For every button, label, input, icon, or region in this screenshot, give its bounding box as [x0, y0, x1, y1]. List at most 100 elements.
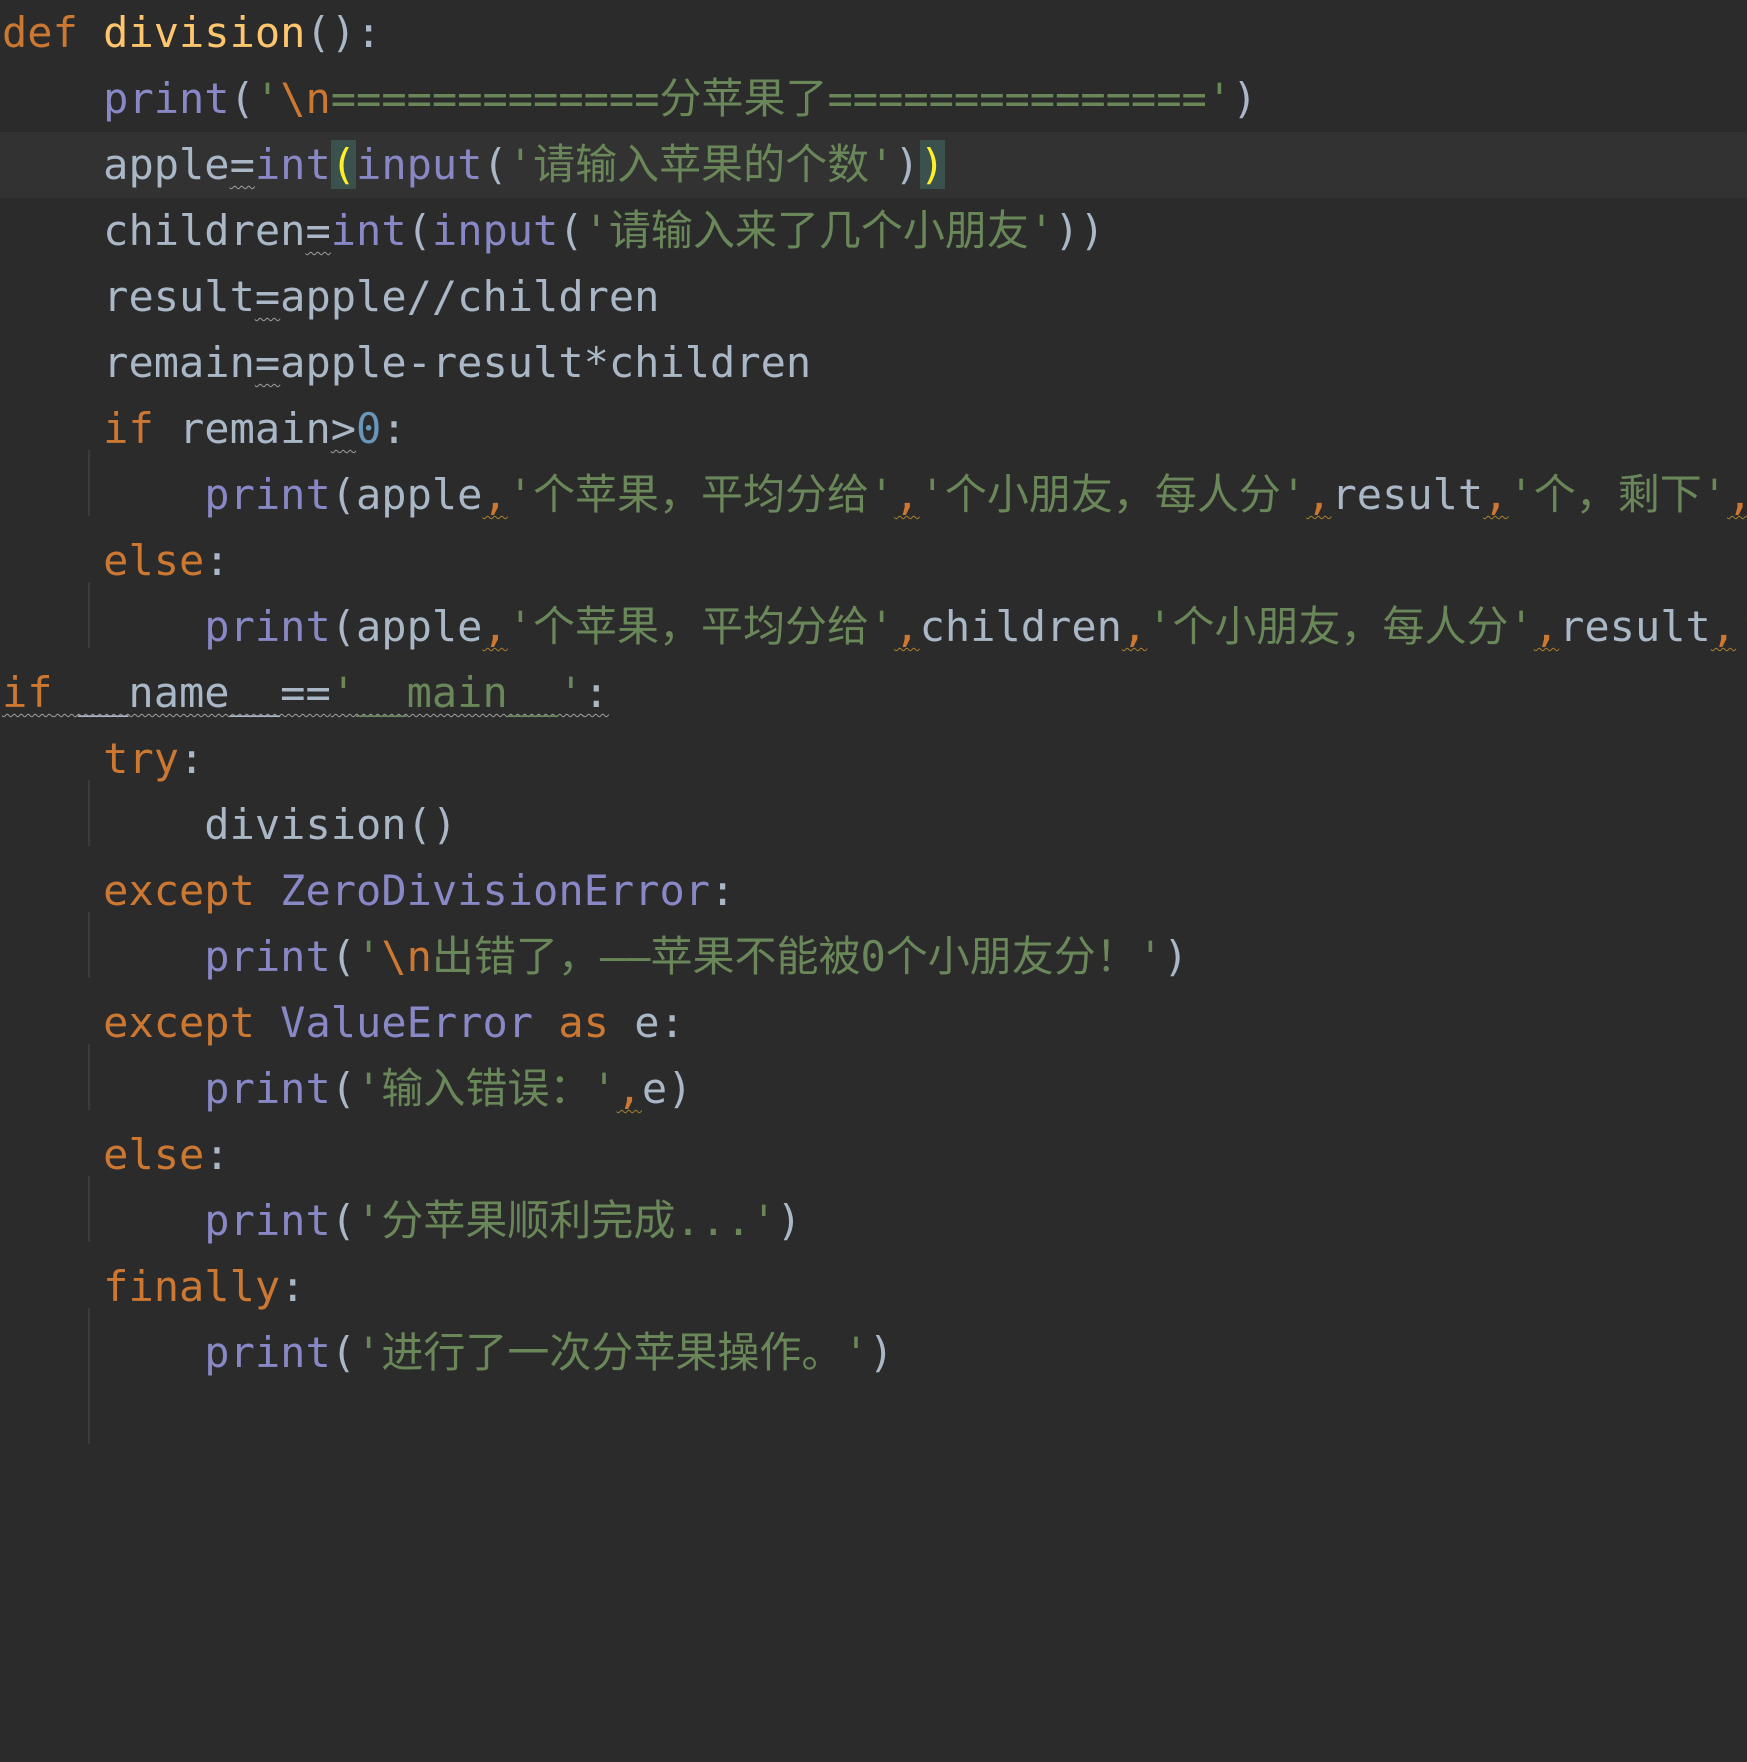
- code-line[interactable]: print('\n出错了，——苹果不能被0个小朋友分！'): [0, 924, 1747, 990]
- code-line-text: def division():: [2, 0, 381, 66]
- code-token: except: [103, 866, 255, 915]
- code-line-text: print(apple,'个苹果，平均分给',children,'个小朋友，每人…: [2, 594, 1747, 660]
- code-token: int: [254, 140, 331, 189]
- code-token: ': [254, 74, 281, 123]
- code-line[interactable]: print(apple,'个苹果，平均分给','个小朋友，每人分',result…: [0, 462, 1747, 528]
- code-token: (: [330, 1064, 357, 1113]
- code-line[interactable]: result=apple//children: [0, 264, 1747, 330]
- code-token: ): [894, 140, 920, 189]
- code-line[interactable]: remain=apple-result*children: [0, 330, 1747, 396]
- code-token: '个小朋友，每人分': [919, 470, 1307, 519]
- code-token: e): [641, 1064, 693, 1113]
- code-token: (: [558, 206, 584, 255]
- code-token: try: [103, 734, 180, 783]
- code-line[interactable]: print('\n=============分苹果了==============…: [0, 66, 1747, 132]
- code-token: else: [103, 536, 205, 585]
- code-line[interactable]: print('分苹果顺利完成...'): [0, 1188, 1747, 1254]
- code-line[interactable]: print('输入错误：',e): [0, 1056, 1747, 1122]
- indent-guide: [88, 582, 90, 648]
- code-token: :: [583, 668, 609, 717]
- code-token: apple//children: [280, 272, 660, 321]
- code-line[interactable]: apple=int(input('请输入苹果的个数')): [0, 132, 1747, 198]
- code-token: (: [406, 206, 432, 255]
- code-line-text: print('\n=============分苹果了==============…: [2, 66, 1257, 132]
- code-line[interactable]: def division():: [0, 0, 1747, 66]
- code-token: ,: [616, 1064, 642, 1113]
- code-token: ): [919, 140, 945, 189]
- code-token: ): [1163, 932, 1189, 981]
- indent-guide: [88, 1176, 90, 1242]
- code-line[interactable]: try:: [0, 726, 1747, 792]
- code-editor[interactable]: print('进行了一次分苹果操作。') finally: print('分苹果…: [0, 0, 1747, 1762]
- code-token: ,: [1121, 602, 1148, 651]
- code-token: remain: [103, 338, 255, 387]
- code-line[interactable]: children=int(input('请输入来了几个小朋友')): [0, 198, 1747, 264]
- code-token: (: [330, 1196, 357, 1245]
- code-token: '输入错误：': [356, 1064, 617, 1113]
- code-line-text: except ZeroDivisionError:: [2, 858, 735, 924]
- code-token: '个小朋友，每人分': [1147, 602, 1534, 651]
- code-token: ): [776, 1196, 802, 1245]
- code-token: input: [431, 206, 559, 255]
- code-token: ,: [482, 470, 508, 519]
- code-token: if: [103, 404, 154, 453]
- code-line[interactable]: else:: [0, 1122, 1747, 1188]
- code-token: (: [330, 140, 357, 189]
- code-token: ValueError: [280, 998, 534, 1047]
- code-token: children: [103, 206, 306, 255]
- code-token: print: [204, 1328, 331, 1377]
- code-token: division(): [204, 800, 458, 849]
- code-token: ZeroDivisionError: [280, 866, 711, 915]
- code-token: children: [919, 602, 1122, 651]
- code-line-text: if remain>0:: [2, 396, 406, 462]
- code-token: ): [868, 1328, 894, 1377]
- code-token: int: [330, 206, 407, 255]
- indent-guide: [88, 780, 90, 846]
- code-token: if: [2, 668, 53, 717]
- code-token: '个。: [1736, 602, 1747, 651]
- code-line-text: else:: [2, 528, 229, 594]
- code-line[interactable]: finally:: [0, 1254, 1747, 1320]
- code-line[interactable]: except ZeroDivisionError:: [0, 858, 1747, 924]
- code-line[interactable]: print('进行了一次分苹果操作。'): [0, 1320, 1747, 1386]
- code-line[interactable]: if __name__=='__main__':: [0, 660, 1747, 726]
- code-token: apple: [103, 140, 230, 189]
- code-line[interactable]: except ValueError as e:: [0, 990, 1747, 1056]
- code-line-text: result=apple//children: [2, 264, 659, 330]
- code-line-text: try:: [2, 726, 204, 792]
- code-token: \n: [280, 74, 331, 123]
- code-token: remain: [153, 404, 331, 453]
- code-token: ,: [1306, 470, 1332, 519]
- code-token: else: [103, 1130, 205, 1179]
- code-line[interactable]: else:: [0, 528, 1747, 594]
- code-token: ,: [894, 602, 920, 651]
- code-line-text: children=int(input('请输入来了几个小朋友')): [2, 198, 1105, 264]
- code-line[interactable]: if remain>0:: [0, 396, 1747, 462]
- code-token: division: [103, 8, 306, 57]
- code-token: ,: [1483, 470, 1509, 519]
- code-token: print: [204, 470, 331, 519]
- code-line[interactable]: print(apple,'个苹果，平均分给',children,'个小朋友，每人…: [0, 594, 1747, 660]
- code-token: '请输入苹果的个数': [507, 140, 895, 189]
- code-token: \n: [381, 932, 432, 981]
- code-line[interactable]: division(): [0, 792, 1747, 858]
- code-line-text: else:: [2, 1122, 229, 1188]
- code-token: def: [2, 8, 78, 57]
- code-token: print: [103, 74, 230, 123]
- code-token: ,: [1710, 602, 1737, 651]
- code-token: =: [254, 338, 281, 387]
- code-token: (: [330, 932, 357, 981]
- code-token: ': [356, 932, 382, 981]
- code-token: print: [204, 932, 331, 981]
- code-token: print: [204, 1196, 331, 1245]
